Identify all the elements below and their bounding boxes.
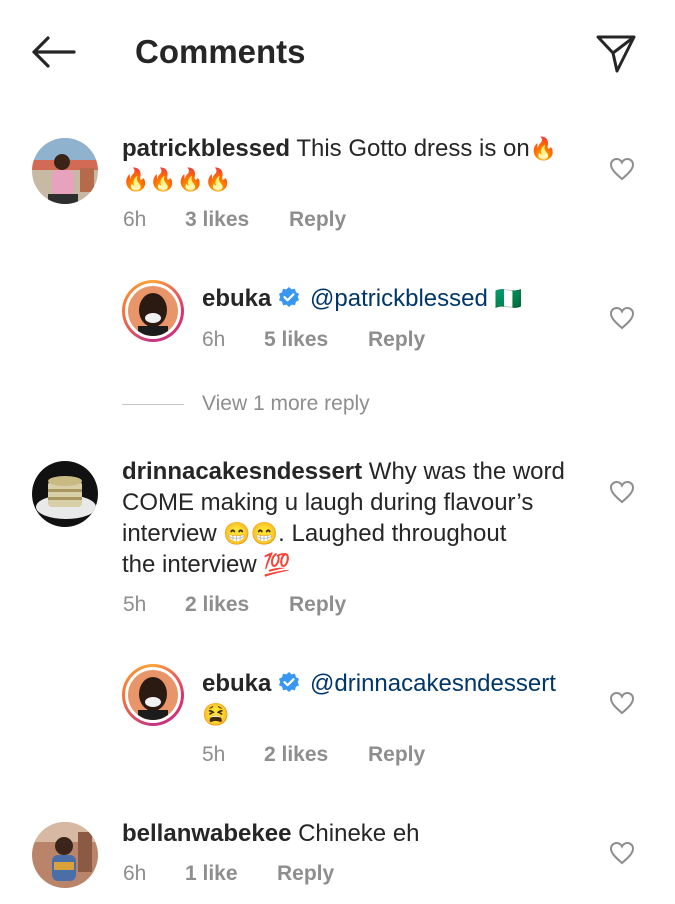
reply-mention[interactable]: @patrickblessed: [310, 285, 488, 312]
comment-body-line2: COME making u laugh during flavour’s: [122, 489, 534, 516]
comment-username[interactable]: bellanwabekee: [122, 820, 291, 847]
comment-time: 5h: [123, 593, 147, 616]
reply-likes[interactable]: 2 likes: [264, 743, 368, 767]
reply-button[interactable]: Reply: [289, 208, 346, 232]
comment-time: 6h: [123, 862, 147, 885]
reply-item: ebuka @drinnacakesndessert 😫 5h 2 likes …: [0, 664, 675, 774]
comment-text: patrickblessed This Gotto dress is on🔥 🔥…: [122, 133, 592, 195]
reply-text: ebuka @patrickblessed 🇳🇬: [202, 283, 602, 314]
grin-emoji: 😁😁: [223, 521, 279, 546]
reply-meta: 5h 2 likes Reply: [202, 743, 425, 767]
header: Comments: [0, 0, 675, 105]
reply-username[interactable]: ebuka: [202, 670, 271, 697]
comment-likes[interactable]: 3 likes: [185, 208, 289, 232]
comment-username[interactable]: drinnacakesndessert: [122, 458, 362, 485]
fire-emoji-row: 🔥🔥🔥🔥: [122, 167, 232, 192]
heart-outline-icon[interactable]: [609, 306, 635, 330]
comment-meta: 6h 3 likes Reply: [123, 208, 346, 232]
hundred-emoji: 💯: [263, 552, 291, 577]
comment-item: bellanwabekee Chineke eh 6h 1 like Reply: [0, 814, 675, 904]
comment-body-line4: the interview: [122, 551, 257, 578]
view-more-replies[interactable]: View 1 more reply: [122, 392, 370, 416]
fire-emoji: 🔥: [529, 136, 558, 161]
reply-mention[interactable]: @drinnacakesndessert: [310, 670, 556, 697]
comment-item: patrickblessed This Gotto dress is on🔥 🔥…: [0, 130, 675, 240]
flag-emoji: 🇳🇬: [494, 286, 522, 311]
reply-meta: 6h 5 likes Reply: [202, 328, 425, 352]
heart-outline-icon[interactable]: [609, 841, 635, 865]
back-button[interactable]: [28, 30, 78, 74]
comment-item: drinnacakesndessert Why was the word COM…: [0, 455, 675, 625]
avatar[interactable]: [32, 138, 98, 204]
comment-likes[interactable]: 2 likes: [185, 593, 289, 617]
heart-outline-icon[interactable]: [609, 157, 635, 181]
comment-body: Chineke eh: [298, 820, 420, 847]
comment-body: This Gotto dress is on: [296, 135, 530, 162]
avatar[interactable]: [32, 461, 98, 527]
divider: [122, 403, 184, 405]
comment-body-line1: Why was the word: [368, 458, 565, 485]
heart-outline-icon[interactable]: [609, 691, 635, 715]
verified-badge-icon: [279, 672, 300, 692]
avatar[interactable]: [122, 280, 184, 342]
reply-button[interactable]: Reply: [277, 862, 334, 886]
tired-face-emoji: 😫: [202, 702, 230, 727]
reply-item: ebuka @patrickblessed 🇳🇬 6h 5 likes Repl…: [0, 280, 675, 360]
verified-badge-icon: [279, 287, 300, 307]
reply-button[interactable]: Reply: [289, 593, 346, 617]
reply-time: 6h: [202, 328, 226, 351]
view-more-label: View 1 more reply: [202, 392, 370, 415]
reply-time: 5h: [202, 743, 226, 766]
comment-body-line3b: . Laughed throughout: [278, 520, 507, 547]
comment-likes[interactable]: 1 like: [185, 862, 277, 886]
paper-plane-icon: [596, 35, 636, 73]
reply-button[interactable]: Reply: [368, 743, 425, 767]
comment-text: bellanwabekee Chineke eh: [122, 818, 592, 849]
comment-text: drinnacakesndessert Why was the word COM…: [122, 456, 602, 580]
share-button[interactable]: [592, 30, 640, 76]
comment-meta: 6h 1 like Reply: [123, 862, 334, 886]
comment-username[interactable]: patrickblessed: [122, 135, 290, 162]
reply-text: ebuka @drinnacakesndessert 😫: [202, 668, 602, 730]
arrow-left-icon: [32, 36, 76, 68]
avatar[interactable]: [32, 822, 98, 888]
comment-time: 6h: [123, 208, 147, 231]
comment-body-line3a: interview: [122, 520, 217, 547]
page-title: Comments: [135, 33, 306, 70]
heart-outline-icon[interactable]: [609, 480, 635, 504]
comment-meta: 5h 2 likes Reply: [123, 593, 346, 617]
reply-username[interactable]: ebuka: [202, 285, 271, 312]
reply-button[interactable]: Reply: [368, 328, 425, 352]
avatar[interactable]: [122, 664, 184, 726]
reply-likes[interactable]: 5 likes: [264, 328, 368, 352]
